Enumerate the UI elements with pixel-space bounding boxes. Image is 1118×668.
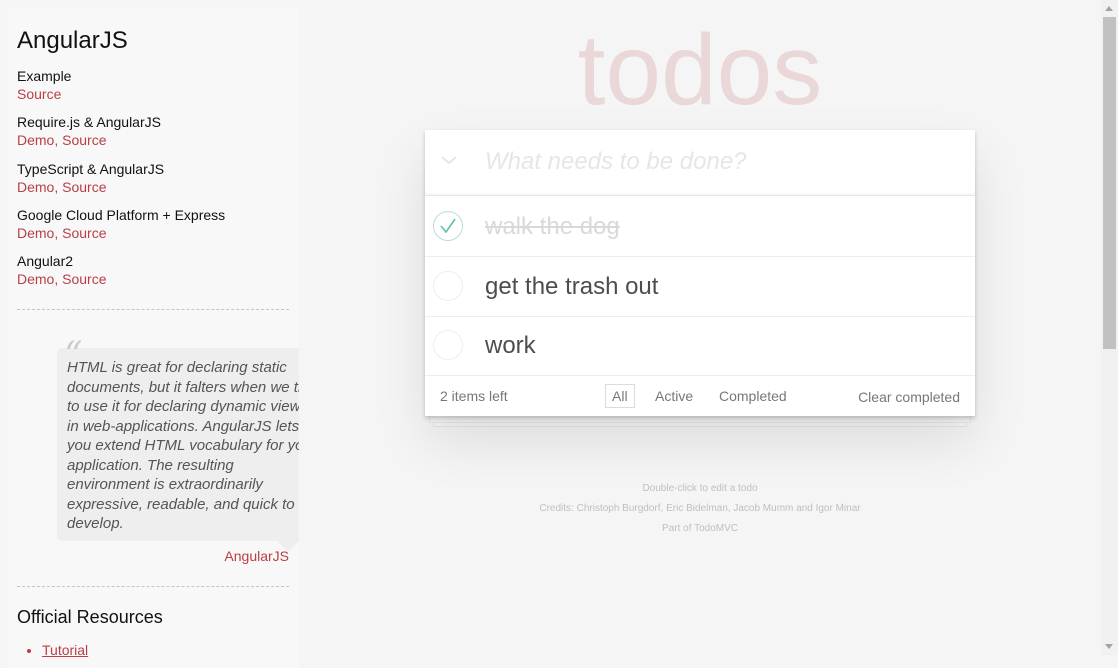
- sidebar: AngularJS Example Source Require.js & An…: [8, 8, 299, 668]
- todomvc-link[interactable]: Part of TodoMVC: [425, 519, 975, 539]
- example-item: Google Cloud Platform + Express Demo, So…: [17, 206, 225, 242]
- divider: [17, 309, 289, 310]
- scroll-down-arrow-icon[interactable]: [1105, 644, 1113, 649]
- link-separator: ,: [54, 179, 63, 195]
- resource-item: Tutorial: [42, 641, 88, 659]
- source-link[interactable]: Source: [62, 179, 106, 195]
- example-name: Require.js & AngularJS: [17, 114, 161, 130]
- demo-link[interactable]: Demo: [17, 179, 54, 195]
- todo-item: walk the dog: [425, 197, 975, 257]
- quote-text: HTML is great for declaring static docum…: [67, 359, 299, 532]
- link-separator: ,: [54, 271, 63, 287]
- todo-label[interactable]: work: [485, 330, 536, 362]
- sidebar-title: AngularJS: [17, 27, 128, 54]
- resources-title: Official Resources: [17, 607, 163, 627]
- todo-footer: 2 items left All Active Completed Clear …: [425, 376, 975, 416]
- example-item: Require.js & AngularJS Demo, Source: [17, 113, 161, 149]
- app-title: todos: [577, 14, 823, 126]
- todo-toggle-checkbox[interactable]: [433, 271, 463, 301]
- example-name: Google Cloud Platform + Express: [17, 207, 226, 223]
- todo-toggle-checkbox[interactable]: [433, 211, 463, 241]
- open-quote-icon: “: [64, 335, 83, 376]
- source-link[interactable]: Source: [62, 225, 106, 241]
- example-item: Example Source: [17, 67, 71, 103]
- source-link[interactable]: Source: [62, 271, 106, 287]
- scrollbar-thumb[interactable]: [1103, 17, 1116, 349]
- chevron-down-icon[interactable]: [438, 149, 460, 171]
- todo-item: work: [425, 316, 975, 376]
- checkmark-icon: [440, 218, 456, 234]
- clear-completed-button[interactable]: Clear completed: [858, 389, 960, 405]
- scroll-up-arrow-icon[interactable]: [1105, 6, 1113, 11]
- todo-toggle-checkbox[interactable]: [433, 330, 463, 360]
- demo-link[interactable]: Demo: [17, 132, 54, 148]
- tutorial-link[interactable]: Tutorial: [42, 642, 88, 658]
- divider: [17, 586, 289, 587]
- filter-all[interactable]: All: [605, 384, 635, 408]
- link-separator: ,: [54, 132, 63, 148]
- filter-completed[interactable]: Completed: [712, 384, 794, 408]
- items-left-count: 2 items left: [440, 388, 508, 404]
- example-item: Angular2 Demo, Source: [17, 252, 107, 288]
- example-name: TypeScript & AngularJS: [17, 161, 165, 177]
- info-footer: Double-click to edit a todo Credits: Chr…: [425, 479, 975, 539]
- quote-box: “ HTML is great for declaring static doc…: [57, 338, 299, 552]
- example-name: Angular2: [17, 253, 74, 269]
- todo-item: get the trash out: [425, 257, 975, 317]
- todo-label[interactable]: walk the dog: [485, 211, 620, 243]
- page-scrollbar[interactable]: [1101, 0, 1118, 655]
- filter-active[interactable]: Active: [648, 384, 700, 408]
- demo-link[interactable]: Demo: [17, 271, 54, 287]
- source-link[interactable]: Source: [62, 132, 106, 148]
- resources-list: Tutorial: [17, 641, 88, 659]
- edit-hint: Double-click to edit a todo: [642, 483, 758, 494]
- todo-app: walk the dog get the trash out work 2 it…: [425, 130, 975, 416]
- new-todo-input[interactable]: [485, 144, 955, 180]
- demo-link[interactable]: Demo: [17, 225, 54, 241]
- link-separator: ,: [54, 225, 63, 241]
- credits: Credits: Christoph Burgdorf, Eric Bidelm…: [539, 503, 861, 514]
- source-link[interactable]: Source: [17, 86, 61, 102]
- todo-label[interactable]: get the trash out: [485, 271, 658, 303]
- quote-source-link[interactable]: AngularJS: [224, 548, 289, 564]
- example-name: Example: [17, 68, 72, 84]
- todo-header: [425, 130, 975, 196]
- example-item: TypeScript & AngularJS Demo, Source: [17, 160, 164, 196]
